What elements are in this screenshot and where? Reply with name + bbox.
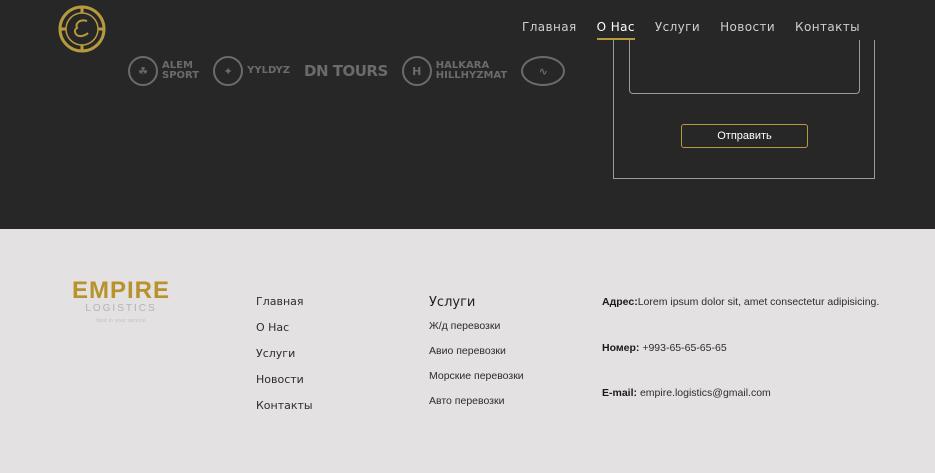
header-section: Главная О Нас Услуги Новости Контакты ☘ … <box>0 0 935 229</box>
nav-services[interactable]: Услуги <box>655 20 700 40</box>
logo-emblem-icon[interactable] <box>58 5 106 53</box>
message-textarea[interactable] <box>629 40 860 94</box>
nav-about[interactable]: О Нас <box>596 20 635 40</box>
yyldyz-star-icon: ✦ <box>213 56 244 86</box>
footer-service-auto[interactable]: Авто перевозки <box>429 395 524 407</box>
footer-contacts: Адрес:Lorem ipsum dolor sit, amet consec… <box>602 296 879 401</box>
footer: EMPIRE LOGISTICS best in your service Гл… <box>0 229 935 473</box>
footer-brand-logo[interactable]: EMPIRE LOGISTICS best in your service <box>72 279 170 325</box>
address-row: Адрес:Lorem ipsum dolor sit, amet consec… <box>602 296 880 308</box>
footer-link-home[interactable]: Главная <box>256 295 313 308</box>
wave-logo-icon: ∿ <box>521 56 566 86</box>
footer-service-sea[interactable]: Морские перевозки <box>429 370 524 382</box>
partner-logo-wave: ∿ <box>521 56 566 86</box>
nav-home[interactable]: Главная <box>522 20 577 40</box>
nav-news[interactable]: Новости <box>720 20 775 40</box>
phone-row: Номер: +993-65-65-65-65 <box>602 342 727 354</box>
footer-services-title: Услуги <box>429 295 476 310</box>
nav-contacts[interactable]: Контакты <box>795 20 860 40</box>
main-nav: Главная О Нас Услуги Новости Контакты <box>522 20 860 40</box>
halkara-icon: H <box>401 56 432 86</box>
footer-link-services[interactable]: Услуги <box>256 347 313 360</box>
alem-sport-icon: ☘ <box>128 56 158 86</box>
footer-service-air[interactable]: Авио перевозки <box>429 345 524 357</box>
email-row: E-mail: empire.logistics@gmail.com <box>602 387 771 399</box>
partner-logos: ☘ ALEM SPORT ✦ YYLDYZ DN TOURS H HALKARA H… <box>128 56 566 86</box>
footer-link-about[interactable]: О Нас <box>256 321 313 334</box>
footer-links: Главная О Нас Услуги Новости Контакты <box>256 295 313 425</box>
send-button[interactable]: Отправить <box>681 124 808 148</box>
footer-link-news[interactable]: Новости <box>256 373 313 386</box>
partner-logo-alem: ☘ ALEM SPORT <box>128 56 199 86</box>
footer-link-contacts[interactable]: Контакты <box>256 399 313 412</box>
partner-logo-halkara: H HALKARA HILLHYZMAT <box>401 56 507 86</box>
footer-service-rail[interactable]: Ж/д перевозки <box>429 320 524 332</box>
partner-logo-dn-tours: DN TOURS <box>304 62 388 80</box>
partner-logo-yyldyz: ✦ YYLDYZ <box>213 56 290 86</box>
footer-services: Услуги Ж/д перевозки Авио перевозки Морс… <box>429 295 524 420</box>
